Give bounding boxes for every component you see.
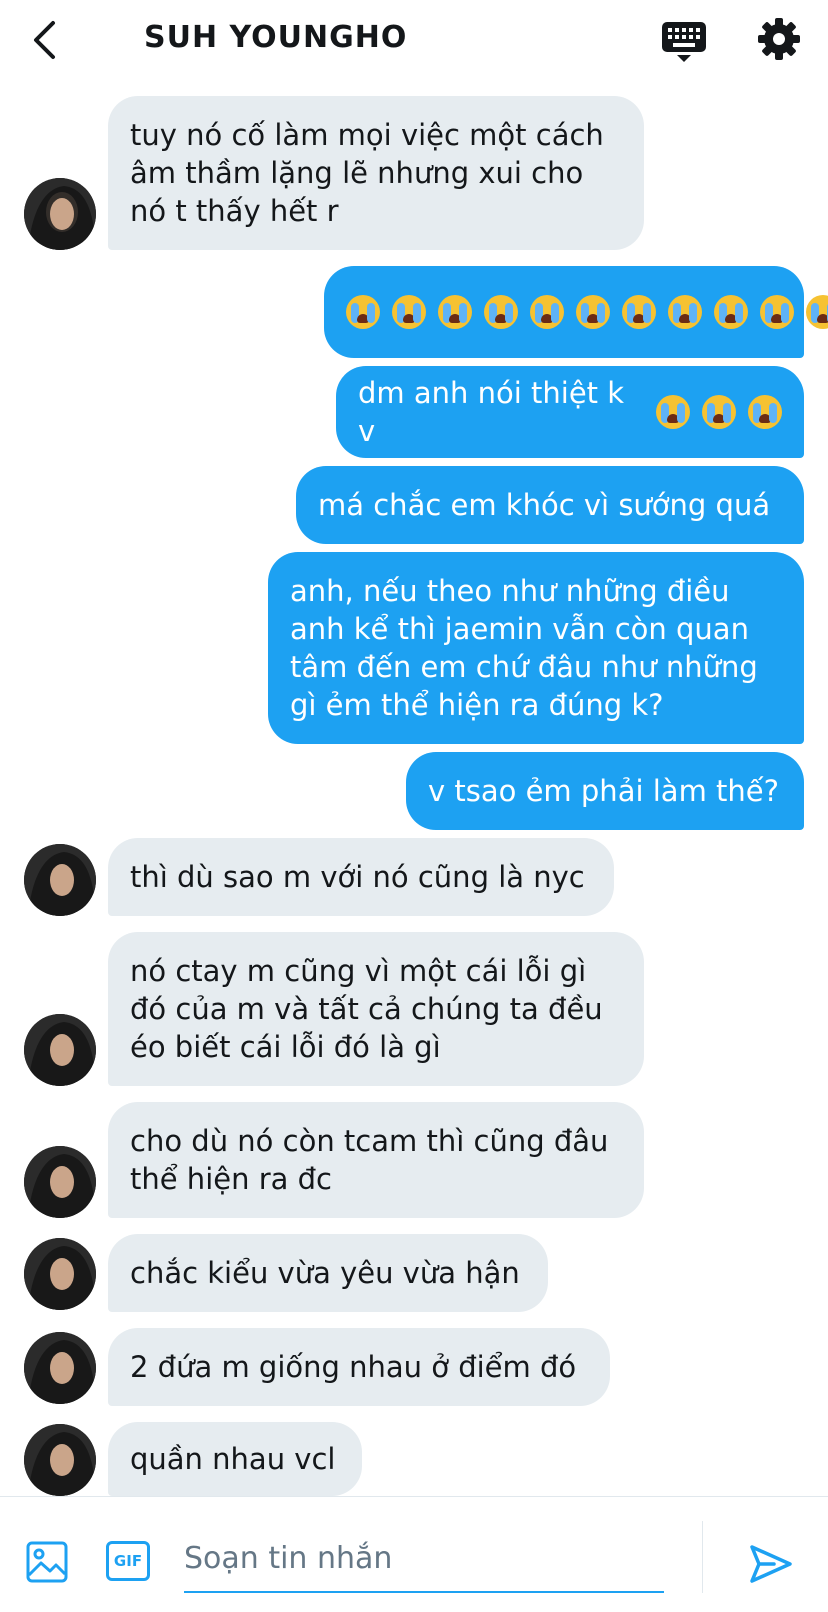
send-button[interactable] <box>748 1541 794 1587</box>
message-bubble-outgoing[interactable]: dm anh nói thiệt k v <box>336 366 804 458</box>
message-text: 2 đứa m giống nhau ở điểm đó <box>130 1350 577 1384</box>
message-bubble-incoming[interactable]: nó ctay m cũng vì một cái lỗi gì đó của … <box>108 932 644 1086</box>
add-image-button[interactable] <box>26 1541 68 1583</box>
emoji-group <box>650 395 782 429</box>
message-text: má chắc em khóc vì sướng quá <box>318 488 771 522</box>
avatar <box>24 1332 96 1404</box>
avatar <box>24 1238 96 1310</box>
message-bubble-incoming[interactable]: thì dù sao m với nó cũng là nyc <box>108 838 614 916</box>
avatar <box>24 1424 96 1496</box>
message-text: v tsao ẻm phải làm thế? <box>428 774 780 808</box>
loudly-crying-face-icon <box>484 295 518 329</box>
message-composer: GIF <box>0 1496 828 1612</box>
composer-divider <box>702 1521 703 1593</box>
loudly-crying-face-icon <box>576 295 610 329</box>
message-bubble-incoming[interactable]: cho dù nó còn tcam thì cũng đâu thể hiện… <box>108 1102 644 1218</box>
message-text: anh, nếu theo như những điều anh kể thì … <box>290 574 758 722</box>
chevron-left-icon <box>34 21 55 59</box>
send-icon <box>750 1545 792 1583</box>
message-bubble-outgoing[interactable]: má chắc em khóc vì sướng quá <box>296 466 804 544</box>
avatar <box>24 1014 96 1086</box>
loudly-crying-face-icon <box>748 395 782 429</box>
message-text: quần nhau vcl <box>130 1442 336 1476</box>
settings-button[interactable] <box>756 16 802 62</box>
message-bubble-outgoing[interactable]: anh, nếu theo như những điều anh kể thì … <box>268 552 804 744</box>
back-button[interactable] <box>24 18 64 62</box>
message-bubble-incoming[interactable]: quần nhau vcl <box>108 1422 362 1496</box>
message-text: dm anh nói thiệt k v <box>358 376 625 448</box>
loudly-crying-face-icon <box>702 395 736 429</box>
loudly-crying-face-icon <box>392 295 426 329</box>
message-text: tuy nó cố làm mọi việc một cách âm thầm … <box>130 118 604 228</box>
keyboard-button[interactable] <box>660 18 708 66</box>
message-input[interactable] <box>184 1525 664 1593</box>
add-gif-button[interactable]: GIF <box>106 1541 150 1581</box>
loudly-crying-face-icon <box>714 295 748 329</box>
loudly-crying-face-icon <box>760 295 794 329</box>
conversation-title: SUH YOUNGHO <box>144 20 408 55</box>
message-text: thì dù sao m với nó cũng là nyc <box>130 860 585 894</box>
message-bubble-incoming[interactable]: tuy nó cố làm mọi việc một cách âm thầm … <box>108 96 644 250</box>
avatar <box>24 1146 96 1218</box>
message-bubble-outgoing[interactable] <box>324 266 828 358</box>
loudly-crying-face-icon <box>668 295 702 329</box>
loudly-crying-face-icon <box>530 295 564 329</box>
message-text: nó ctay m cũng vì một cái lỗi gì đó của … <box>130 954 603 1064</box>
emoji-group <box>340 295 828 329</box>
loudly-crying-face-icon <box>346 295 380 329</box>
loudly-crying-face-icon <box>806 295 828 329</box>
message-bubble-outgoing[interactable]: v tsao ẻm phải làm thế? <box>406 752 804 830</box>
avatar <box>24 844 96 916</box>
loudly-crying-face-icon <box>438 295 472 329</box>
keyboard-icon <box>662 22 706 62</box>
message-bubble-incoming[interactable]: 2 đứa m giống nhau ở điểm đó <box>108 1328 610 1406</box>
message-text: cho dù nó còn tcam thì cũng đâu thể hiện… <box>130 1124 609 1196</box>
image-icon <box>26 1541 68 1583</box>
message-bubble-incoming[interactable]: chắc kiểu vừa yêu vừa hận <box>108 1234 548 1312</box>
avatar <box>24 178 96 250</box>
message-text: chắc kiểu vừa yêu vừa hận <box>130 1256 520 1290</box>
loudly-crying-face-icon <box>656 395 690 429</box>
conversation-header: SUH YOUNGHO <box>0 0 828 80</box>
gear-icon <box>758 18 800 60</box>
loudly-crying-face-icon <box>622 295 656 329</box>
